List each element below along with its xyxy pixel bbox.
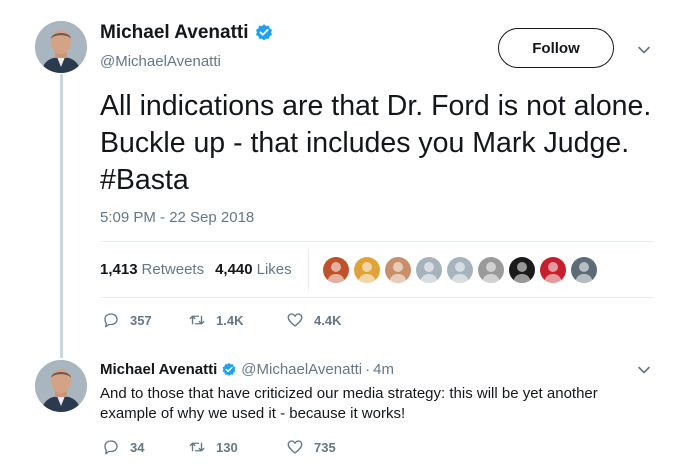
retweet-count: 1.4K [216, 312, 244, 328]
like-button[interactable]: 735 [286, 438, 336, 456]
follow-button[interactable]: Follow [498, 28, 614, 68]
tweet-actions: 357 1.4K 4.4K [102, 311, 341, 329]
liker-avatar[interactable] [354, 257, 380, 283]
liker-avatar[interactable] [540, 257, 566, 283]
retweets-count[interactable]: 1,413 [100, 261, 138, 278]
reply-button[interactable]: 34 [102, 438, 188, 456]
like-count: 4.4K [314, 312, 342, 328]
reply-author-name[interactable]: Michael Avenatti [100, 361, 217, 378]
reply-text: And to those that have criticized our me… [100, 385, 598, 422]
verified-badge-icon [222, 362, 236, 376]
like-button[interactable]: 4.4K [286, 311, 341, 329]
liker-avatar[interactable] [323, 257, 349, 283]
reply-separator: · [365, 361, 371, 378]
liker-avatar[interactable] [416, 257, 442, 283]
reply-author-avatar[interactable] [35, 360, 87, 412]
liker-avatars [323, 257, 602, 283]
author-avatar[interactable] [35, 21, 87, 73]
likes-count[interactable]: 4,440 [215, 261, 253, 278]
reply-icon [104, 313, 118, 328]
retweet-button[interactable]: 130 [188, 438, 286, 456]
divider [100, 241, 653, 242]
reply-timestamp[interactable]: 4m [373, 361, 394, 378]
chevron-down-icon[interactable] [636, 362, 652, 378]
liker-avatar[interactable] [509, 257, 535, 283]
reply-header: Michael Avenatti @MichaelAvenatti · 4m [100, 361, 394, 378]
like-count: 735 [314, 439, 336, 455]
author-name[interactable]: Michael Avenatti [100, 22, 249, 44]
liker-avatar[interactable] [571, 257, 597, 283]
reply-actions: 34 130 735 [102, 438, 336, 456]
liker-avatar[interactable] [478, 257, 504, 283]
verified-badge-icon [255, 24, 272, 41]
divider [100, 297, 653, 298]
like-icon [287, 440, 303, 454]
likes-label[interactable]: Likes [257, 261, 292, 278]
thread-connector-line [60, 74, 63, 358]
author-handle[interactable]: @MichaelAvenatti [100, 53, 221, 70]
liker-avatar[interactable] [447, 257, 473, 283]
stats-separator [308, 248, 309, 290]
tweet-stats: 1,413 Retweets 4,440 Likes [100, 261, 292, 278]
retweet-icon [189, 442, 205, 452]
tweet-text: All indications are that Dr. Ford is not… [100, 90, 652, 196]
like-icon [287, 313, 303, 327]
liker-avatar[interactable] [385, 257, 411, 283]
retweet-count: 130 [216, 439, 238, 455]
reply-icon [104, 440, 118, 455]
tweet-timestamp[interactable]: 5:09 PM - 22 Sep 2018 [100, 209, 254, 226]
retweet-button[interactable]: 1.4K [188, 311, 286, 329]
reply-count: 357 [130, 312, 152, 328]
chevron-down-icon[interactable] [636, 42, 652, 58]
retweets-label[interactable]: Retweets [142, 261, 205, 278]
reply-count: 34 [130, 439, 145, 455]
reply-button[interactable]: 357 [102, 311, 188, 329]
reply-author-handle[interactable]: @MichaelAvenatti [241, 361, 362, 378]
retweet-icon [189, 315, 205, 325]
